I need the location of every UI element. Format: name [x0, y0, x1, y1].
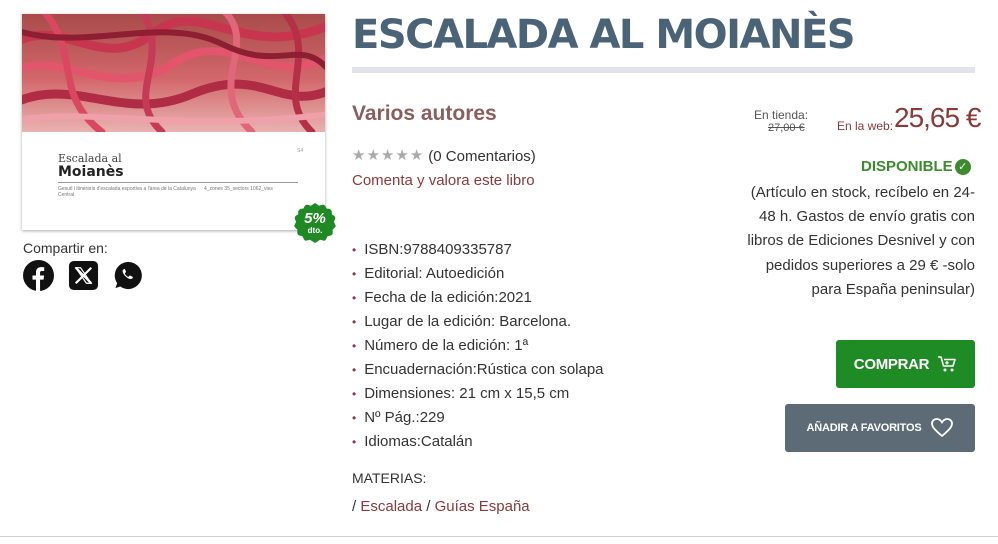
detail-text: Nº Pág.:229	[364, 409, 445, 426]
detail-place: • Lugar de la edición: Barcelona.	[352, 312, 604, 336]
web-price: 25,65 €	[894, 102, 981, 133]
cover-stats: 4_zones 35_sectors 1062_vies	[204, 186, 273, 192]
bottom-divider	[0, 536, 998, 537]
store-price-label: En tienda:	[754, 108, 809, 122]
facebook-icon[interactable]	[23, 260, 54, 291]
detail-text: Fecha de la edición:2021	[364, 289, 532, 306]
bullet-icon: •	[352, 267, 357, 281]
availability-text: DISPONIBLE	[861, 158, 953, 175]
detail-isbn: • ISBN:9788409335787	[352, 240, 604, 264]
detail-dimensions: • Dimensiones: 21 cm x 15,5 cm	[352, 384, 604, 408]
materias-separator: /	[352, 498, 357, 515]
store-price: 27,00 €	[768, 122, 805, 134]
materias-label: MATERIAS:	[352, 470, 427, 486]
rate-book-link[interactable]: Comenta y valora este libro	[352, 172, 535, 189]
bullet-icon: •	[352, 315, 357, 329]
materia-link-escalada[interactable]: Escalada	[360, 498, 422, 515]
star-icon: ★	[366, 147, 380, 164]
book-details-list: • ISBN:9788409335787 • Editorial: Autoedic…	[352, 240, 604, 456]
bullet-icon: •	[352, 435, 357, 449]
detail-text: Idiomas:Catalán	[364, 433, 473, 450]
materia-link-guias-espana[interactable]: Guías España	[435, 498, 530, 515]
star-icon: ★	[409, 147, 424, 164]
discount-percent: 5%	[304, 210, 326, 227]
favorites-button-label: AÑADIR A FAVORITOS	[806, 422, 922, 434]
cover-divider	[58, 182, 298, 183]
book-author[interactable]: Varios autores	[352, 102, 497, 126]
detail-language: • Idiomas:Catalán	[352, 432, 604, 456]
detail-edition: • Número de la edición: 1ª	[352, 336, 604, 360]
materias-separator: /	[426, 498, 431, 515]
share-label: Compartir en:	[23, 240, 108, 256]
buy-button[interactable]: COMPRAR	[836, 340, 975, 388]
cover-big-title: Moianès	[58, 164, 124, 180]
availability-status: DISPONIBLE ✓	[861, 158, 971, 175]
heart-icon	[931, 418, 954, 438]
star-icon: ★	[352, 147, 366, 164]
detail-editorial: • Editorial: Autoedición	[352, 264, 604, 288]
detail-text: Lugar de la edición: Barcelona.	[364, 313, 572, 330]
cover-subtitle: Gesutl i itineraris d'escalada esportiva…	[58, 186, 196, 198]
discount-badge: 5% dto.	[294, 203, 336, 243]
rating-stars: ★ ★ ★ ★ ★ (0 Comentarios)	[352, 147, 536, 165]
x-icon[interactable]	[68, 260, 99, 291]
star-icon: ★	[380, 147, 395, 164]
share-icons	[23, 260, 144, 291]
title-divider	[352, 67, 975, 73]
detail-binding: • Encuadernación:Rústica con solapa	[352, 360, 604, 384]
stock-note: (Artículo en stock, recíbelo en 24-48 h.…	[747, 184, 975, 298]
discount-label: dto.	[307, 226, 323, 235]
detail-date: • Fecha de la edición:2021	[352, 288, 604, 312]
add-to-favorites-button[interactable]: AÑADIR A FAVORITOS	[785, 404, 975, 452]
bullet-icon: •	[352, 387, 357, 401]
bullet-icon: •	[352, 243, 357, 257]
detail-text: ISBN:9788409335787	[364, 241, 512, 258]
book-cover-image[interactable]: Escalada al Moianès Gesutl i itineraris …	[22, 14, 325, 230]
book-title: ESCALADA AL MOIANÈS	[352, 12, 856, 58]
detail-pages: • Nº Pág.:229	[352, 408, 604, 432]
detail-text: Editorial: Autoedición	[364, 265, 505, 282]
bullet-icon: •	[352, 339, 357, 353]
check-icon: ✓	[954, 158, 971, 175]
whatsapp-icon[interactable]	[113, 260, 144, 291]
cover-side-mark: S4	[297, 148, 304, 154]
detail-text: Encuadernación:Rústica con solapa	[364, 361, 604, 378]
buy-button-label: COMPRAR	[853, 355, 930, 373]
cart-icon	[938, 356, 957, 372]
bullet-icon: •	[352, 411, 357, 425]
bullet-icon: •	[352, 291, 357, 305]
bullet-icon: •	[352, 363, 357, 377]
detail-text: Número de la edición: 1ª	[364, 337, 529, 354]
cover-photo-ropes	[22, 14, 325, 132]
materias-list: / Escalada / Guías España	[352, 498, 530, 515]
comments-count: (0 Comentarios)	[428, 147, 536, 165]
star-icon: ★	[395, 147, 409, 164]
detail-text: Dimensiones: 21 cm x 15,5 cm	[364, 385, 570, 402]
web-price-label: En la web:	[837, 119, 894, 133]
